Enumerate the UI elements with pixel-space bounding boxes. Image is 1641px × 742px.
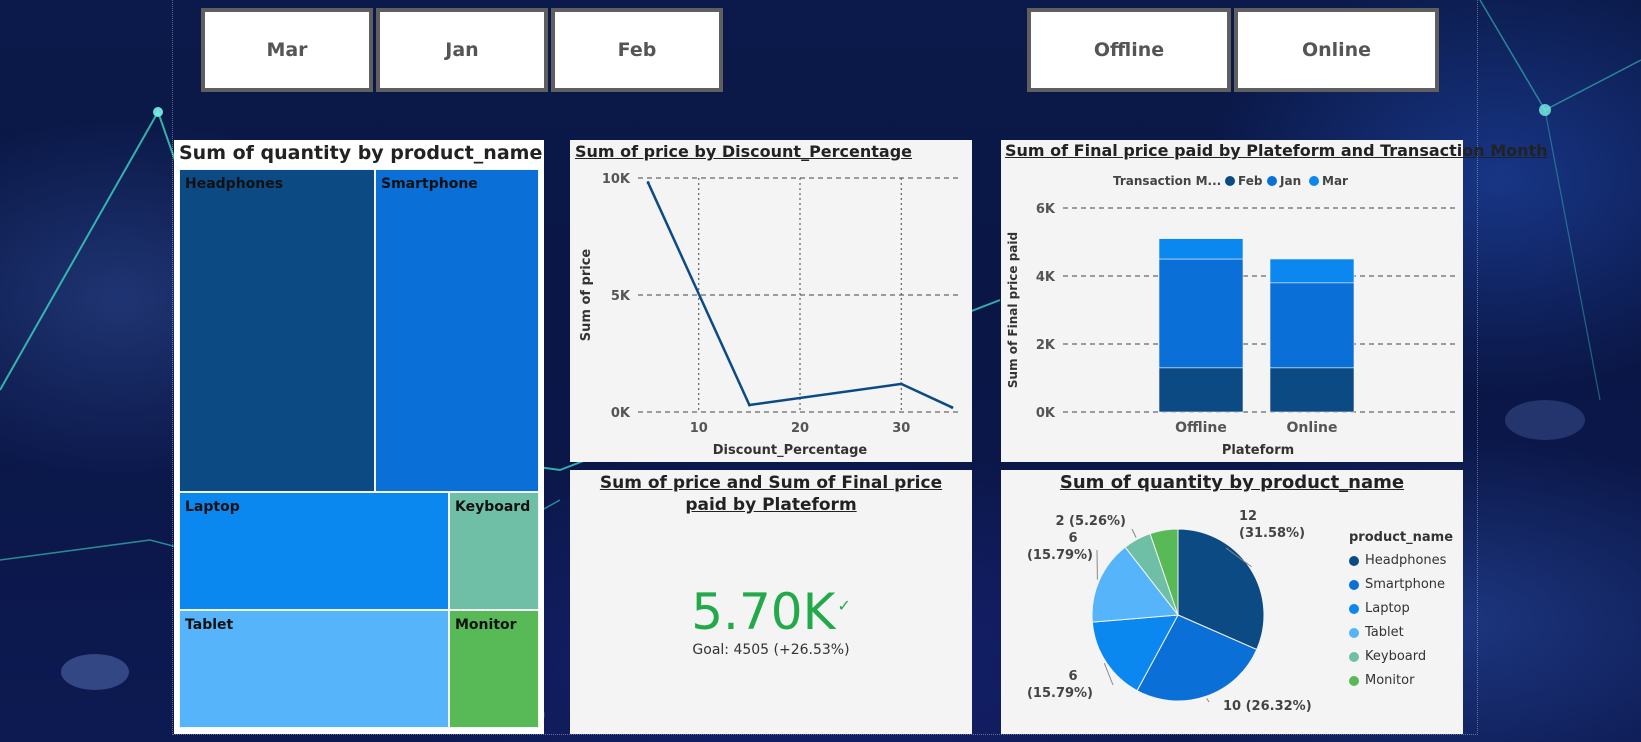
treemap-label: Smartphone [381,176,478,192]
treemap-cell-headphones[interactable]: Headphones [179,169,375,492]
pie-data-label: 10 (26.32%) [1223,699,1312,714]
bar-segment-online-feb [1269,367,1355,413]
treemap-label: Monitor [455,617,517,633]
bar-chart-y-tick: 2K [1036,338,1056,353]
checkmark-icon: ✓ [837,596,851,615]
bar-segment-online-mar [1269,258,1355,284]
treemap-label: Keyboard [455,499,531,515]
bar-chart-y-label: Sum of Final price paid [1006,232,1020,388]
line-chart-point [950,405,954,409]
bar-chart-legend-label: Mar [1322,174,1348,188]
treemap-cell-monitor[interactable]: Monitor [449,610,539,728]
pie-legend: product_name Headphones Smartphone Laptop T… [1349,530,1453,697]
pie-legend-label: Laptop [1365,601,1410,616]
legend-dot-icon [1349,675,1359,686]
pie-leader-line [1206,697,1210,703]
pie-legend-item-tablet[interactable]: Tablet [1349,625,1453,640]
pie-legend-item-smartphone[interactable]: Smartphone [1349,577,1453,592]
pie-legend-item-monitor[interactable]: Monitor [1349,673,1453,688]
line-chart-x-tick: 20 [791,421,809,436]
treemap-title: Sum of quantity by product_name [179,142,543,164]
pie-legend-item-laptop[interactable]: Laptop [1349,601,1453,616]
treemap-cell-tablet[interactable]: Tablet [179,610,449,728]
line-chart-y-tick: 10K [602,172,631,187]
bar-chart-legend-label: Feb [1238,174,1263,188]
bar-chart-x-label: Plateform [1222,443,1294,458]
pie-data-label: 2 (5.26%) [1055,514,1126,529]
bar-chart-panel: Sum of Final price paid by Plateform and… [1001,140,1548,462]
pie-legend-label: Tablet [1365,625,1404,640]
pie-legend-title: product_name [1349,530,1454,545]
legend-dot-icon [1349,555,1359,566]
line-chart-point [899,382,903,386]
treemap-label: Tablet [185,617,234,633]
bar-chart-y-tick: 4K [1036,270,1056,285]
bar-chart-legend-dot [1309,176,1319,186]
line-chart-point [747,403,751,407]
slicer-platform-online[interactable]: Online [1234,8,1439,92]
treemap-label: Laptop [185,499,240,515]
line-chart-y-label: Sum of price [579,249,594,342]
bar-segment-offline-feb [1158,367,1244,413]
bar-chart-y-tick: 6K [1036,202,1056,217]
pie-data-label: 12 (31.58%) [1239,509,1305,541]
legend-dot-icon [1349,579,1359,590]
pie-chart-panel: Sum of quantity by product_name 12 (31.58… [1001,470,1463,734]
line-chart-x-tick: 30 [892,421,910,436]
slicer-month-mar[interactable]: Mar [201,8,373,92]
pie-legend-label: Keyboard [1365,649,1427,664]
bar-chart-legend-label: Jan [1279,174,1301,188]
kpi-value: 5.70K [691,583,836,641]
pie-leader-line [1131,528,1137,538]
bar-chart-y-tick: 0K [1036,406,1056,421]
bar-chart-x-tick: Online [1287,420,1338,436]
line-chart-panel: Sum of price by Discount_Percentage 0K 5K… [570,140,972,462]
slicer-month-jan[interactable]: Jan [376,8,548,92]
bar-chart-legend-dot [1267,176,1277,186]
treemap-cell-smartphone[interactable]: Smartphone [375,169,539,492]
pie-data-label: 6 (15.79%) [1027,669,1093,701]
slicer-month-feb[interactable]: Feb [551,8,723,92]
pie-legend-label: Headphones [1365,553,1447,568]
bar-segment-online-jan [1269,282,1355,369]
bar-segment-offline-jan [1158,258,1244,369]
bar-chart-legend-dot [1225,176,1235,186]
kpi-title: Sum of price and Sum of Final price paid… [599,473,943,515]
kpi-value-row: 5.70K ✓ [570,583,972,641]
legend-dot-icon [1349,603,1359,614]
treemap-cell-laptop[interactable]: Laptop [179,492,449,610]
kpi-panel: Sum of price and Sum of Final price paid… [570,470,972,734]
bar-segment-offline-mar [1158,238,1244,260]
pie-legend-item-keyboard[interactable]: Keyboard [1349,649,1453,664]
pie-data-label: 6 (15.79%) [1027,531,1093,563]
line-chart-y-tick: 0K [611,406,631,421]
line-chart-x-label: Discount_Percentage [713,443,868,458]
line-chart-x-tick: 10 [690,421,708,436]
bar-chart-legend-title: Transaction M... [1113,174,1221,188]
pie-legend-label: Monitor [1365,673,1415,688]
pie-legend-item-headphones[interactable]: Headphones [1349,553,1453,568]
kpi-goal: Goal: 4505 (+26.53%) [692,642,850,658]
legend-dot-icon [1349,627,1359,638]
bar-chart-x-tick: Offline [1175,420,1227,436]
pie-legend-label: Smartphone [1365,577,1446,592]
bar-chart[interactable]: 0K 2K 4K 6K Offline Online Plateform Sum of Fin… [1001,140,1463,462]
slicer-platform-offline[interactable]: Offline [1027,8,1231,92]
treemap-panel: Sum of quantity by product_name Headphon… [174,140,544,734]
legend-dot-icon [1349,651,1359,662]
line-chart-point [646,181,650,185]
line-chart-y-tick: 5K [611,289,631,304]
treemap-label: Headphones [185,176,284,192]
treemap-cell-keyboard[interactable]: Keyboard [449,492,539,610]
line-chart[interactable]: 0K 5K 10K 10 20 30 Discount_Percentage Sum of p… [570,140,972,462]
